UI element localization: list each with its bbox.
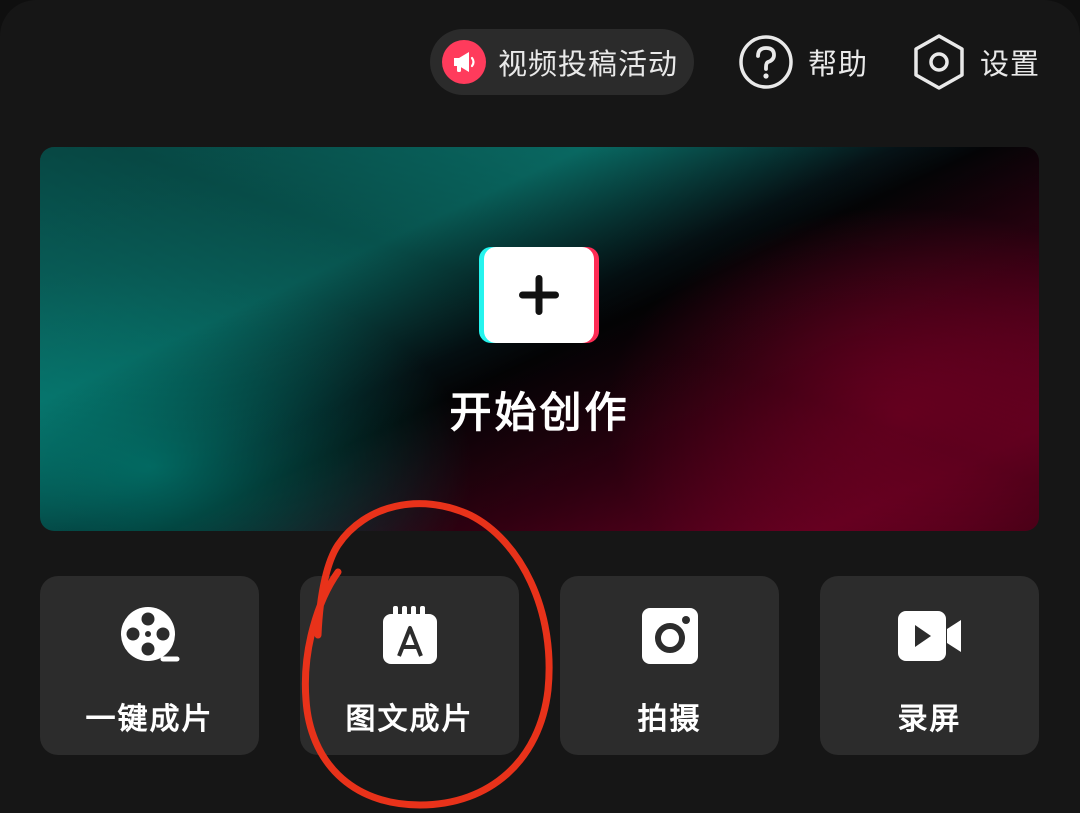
start-create-title: 开始创作 bbox=[449, 388, 630, 437]
screen-record-label: 录屏 bbox=[897, 702, 962, 737]
shoot-button[interactable]: 拍摄 bbox=[560, 576, 779, 755]
screen-record-button[interactable]: 录屏 bbox=[820, 576, 1039, 755]
hexagon-gear-icon bbox=[912, 33, 966, 91]
film-reel-icon bbox=[119, 606, 181, 666]
video-campaign-label: 视频投稿活动 bbox=[497, 47, 678, 81]
help-label: 帮助 bbox=[807, 47, 868, 81]
settings-label: 设置 bbox=[979, 47, 1040, 81]
megaphone-icon bbox=[441, 40, 486, 84]
text-to-video-label: 图文成片 bbox=[345, 702, 474, 737]
shoot-label: 拍摄 bbox=[637, 702, 702, 737]
text-notepad-icon bbox=[381, 606, 439, 666]
question-circle-icon bbox=[738, 34, 794, 90]
text-to-video-button[interactable]: 图文成片 bbox=[300, 576, 519, 755]
video-camera-icon bbox=[897, 606, 963, 666]
one-click-video-button[interactable]: 一键成片 bbox=[40, 576, 259, 755]
one-click-video-label: 一键成片 bbox=[85, 702, 214, 737]
video-campaign-button[interactable]: 视频投稿活动 bbox=[429, 29, 694, 95]
tool-grid: 一键成片 图文成片 拍摄 录屏 bbox=[40, 576, 1039, 755]
camera-icon bbox=[641, 606, 699, 666]
plus-icon bbox=[484, 247, 594, 343]
settings-button[interactable]: 设置 bbox=[912, 33, 1040, 91]
top-action-bar: 视频投稿活动 帮助 设置 bbox=[429, 28, 1040, 96]
start-create-card[interactable]: 开始创作 bbox=[40, 147, 1039, 531]
home-panel: 视频投稿活动 帮助 设置 开始创作 一键成片 图文成片 拍摄 录屏 bbox=[0, 0, 1080, 813]
help-button[interactable]: 帮助 bbox=[738, 34, 868, 90]
